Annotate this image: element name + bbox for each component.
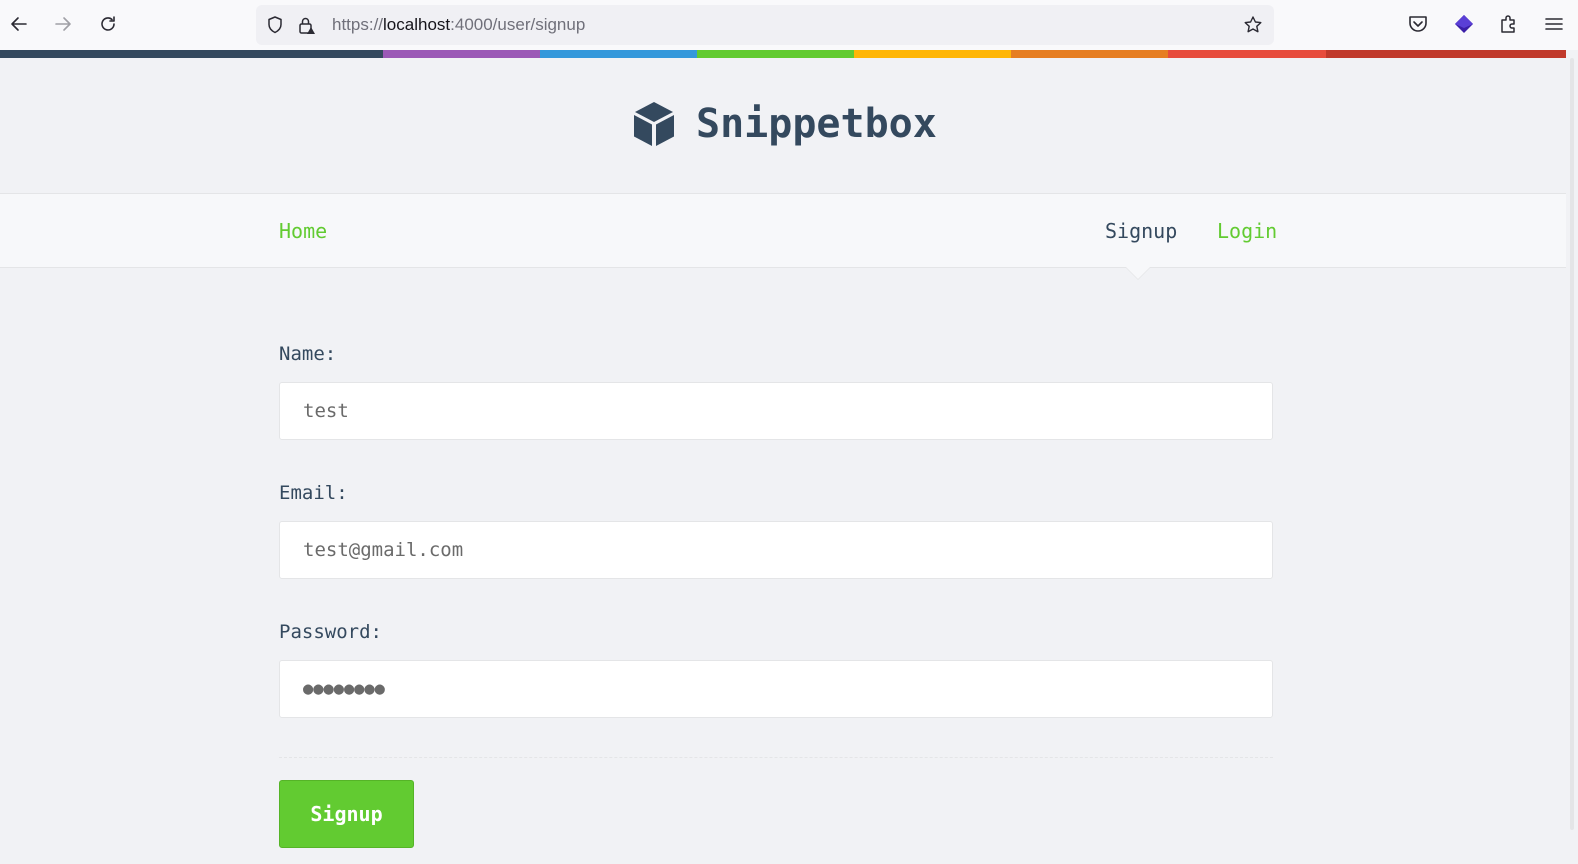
url-path: :4000/user/signup — [450, 15, 586, 34]
scrollbar-thumb[interactable] — [1570, 58, 1574, 830]
menu-hamburger-icon[interactable] — [1542, 12, 1566, 36]
nav-login-link[interactable]: Login — [1217, 194, 1277, 269]
stripe-segment — [697, 50, 854, 58]
arrow-left-icon — [11, 17, 27, 31]
color-stripe — [0, 50, 1566, 58]
email-label: Email: — [279, 482, 348, 504]
browser-toolbar: https://localhost:4000/user/signup — [0, 0, 1578, 50]
stripe-segment — [1011, 50, 1168, 58]
brand-name: Snippetbox — [696, 101, 937, 147]
stripe-segment — [854, 50, 1011, 58]
reload-icon — [101, 16, 115, 31]
url-text[interactable]: https://localhost:4000/user/signup — [332, 5, 585, 45]
stripe-segment — [383, 50, 540, 58]
brand-link[interactable]: Snippetbox — [632, 100, 937, 148]
back-button[interactable] — [4, 9, 34, 39]
form-divider — [279, 757, 1273, 758]
page-scrollbar[interactable] — [1566, 58, 1578, 864]
stripe-segment — [0, 50, 383, 58]
url-host: localhost — [383, 15, 451, 34]
signup-submit-button[interactable]: Signup — [279, 780, 414, 848]
name-input[interactable] — [279, 382, 1273, 440]
url-scheme: https:// — [332, 15, 384, 34]
stripe-segment — [1326, 50, 1566, 58]
bookmark-star-icon[interactable] — [1243, 15, 1263, 35]
signup-form: Name: Email: Password: ●●●●●●●● Signup — [279, 340, 1273, 848]
main-nav: Home Signup Login — [0, 193, 1566, 268]
extensions-puzzle-icon[interactable] — [1497, 12, 1521, 36]
password-label: Password: — [279, 621, 382, 643]
name-label: Name: — [279, 343, 337, 365]
stripe-segment — [540, 50, 697, 58]
address-bar[interactable]: https://localhost:4000/user/signup — [256, 5, 1274, 45]
arrow-right-icon — [55, 17, 71, 31]
password-group: Password: ●●●●●●●● — [279, 618, 1273, 718]
reload-button[interactable] — [93, 9, 123, 39]
cube-logo-icon — [634, 102, 674, 146]
active-nav-indicator — [1126, 267, 1150, 279]
email-input[interactable] — [279, 521, 1273, 579]
password-input[interactable]: ●●●●●●●● — [279, 660, 1273, 718]
stripe-segment — [1168, 50, 1326, 58]
name-group: Name: — [279, 340, 1273, 440]
pocket-icon[interactable] — [1406, 12, 1430, 36]
nav-signup-link[interactable]: Signup — [1105, 194, 1177, 269]
extension-diamond-icon[interactable] — [1452, 12, 1476, 36]
nav-home-link[interactable]: Home — [279, 194, 327, 269]
site-header: Snippetbox — [0, 58, 1566, 193]
forward-button[interactable] — [48, 9, 78, 39]
email-group: Email: — [279, 479, 1273, 579]
shield-icon[interactable] — [265, 15, 285, 35]
lock-warning-icon[interactable] — [297, 15, 317, 35]
